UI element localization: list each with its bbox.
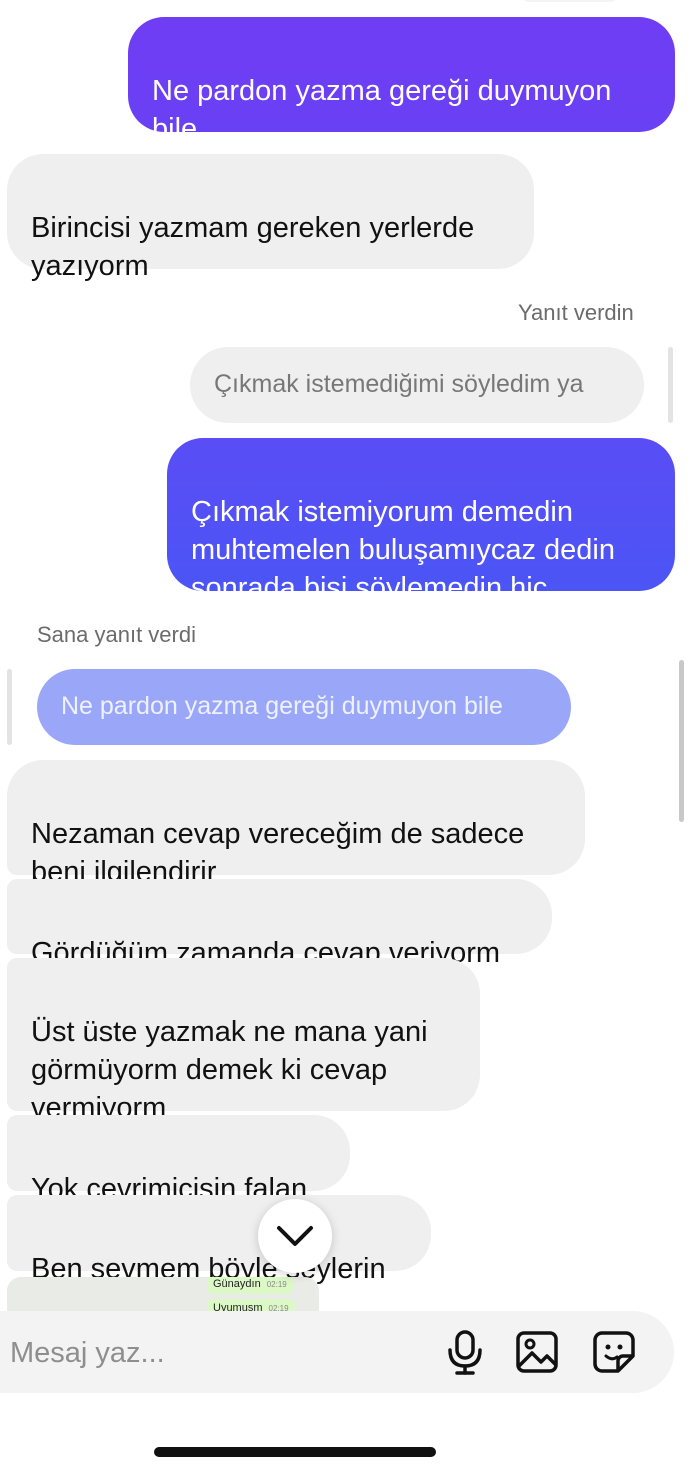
reply-indicator-bar [668, 347, 673, 423]
microphone-icon [448, 1330, 482, 1375]
previous-message-fragment [520, 0, 620, 2]
microphone-button[interactable] [441, 1328, 489, 1376]
incoming-message[interactable]: Yok çevrimiçisin falan [7, 1115, 350, 1205]
reply-label: Sana yanıt verdi [37, 622, 196, 647]
message-composer [0, 1311, 674, 1393]
sticker-button[interactable] [590, 1328, 638, 1376]
message-text: Üst üste yazmak ne mana yani görmüyorm d… [31, 1016, 428, 1124]
message-text: Nezaman cevap vereceğim de sadece beni i… [31, 818, 525, 888]
reply-label: Yanıt verdin [518, 300, 634, 325]
gallery-button[interactable] [513, 1328, 561, 1376]
scroll-to-bottom-button[interactable] [258, 1199, 332, 1273]
incoming-message[interactable]: Gördüğüm zamanda cevap veriyorm [7, 879, 552, 969]
image-message[interactable]: Günaydın 02:19 Uyumusm 02:19 [7, 1277, 319, 1313]
gallery-icon [516, 1331, 558, 1373]
message-text: Birincisi yazmam gereken yerlerde yazıyo… [31, 212, 475, 282]
incoming-message[interactable]: Üst üste yazmak ne mana yani görmüyorm d… [7, 958, 480, 1124]
incoming-message[interactable]: Ben sevmem böyle şeylerin [7, 1195, 431, 1285]
preview-line: Günaydın 02:19 [207, 1277, 293, 1294]
sticker-icon [593, 1331, 635, 1373]
incoming-message[interactable]: Nezaman cevap vereceğim de sadece beni i… [7, 760, 585, 888]
reply-indicator-bar [7, 669, 12, 745]
quoted-message[interactable]: Ne pardon yazma gereği duymuyon bile [37, 669, 571, 745]
quoted-message[interactable]: Çıkmak istemediğimi söyledim ya [190, 347, 644, 423]
message-text: Ne pardon yazma gereği duymuyon bile [152, 75, 612, 145]
message-input[interactable] [8, 1331, 412, 1375]
outgoing-message[interactable]: Ne pardon yazma gereği duymuyon bile [128, 17, 675, 145]
scrollbar[interactable] [679, 660, 684, 822]
chevron-down-icon [277, 1226, 313, 1246]
outgoing-message[interactable]: Çıkmak istemiyorum demedin muhtemelen bu… [167, 438, 675, 604]
home-indicator[interactable] [154, 1447, 436, 1457]
message-text: Çıkmak istemiyorum demedin muhtemelen bu… [191, 496, 615, 604]
incoming-message[interactable]: Birincisi yazmam gereken yerlerde yazıyo… [7, 154, 534, 282]
